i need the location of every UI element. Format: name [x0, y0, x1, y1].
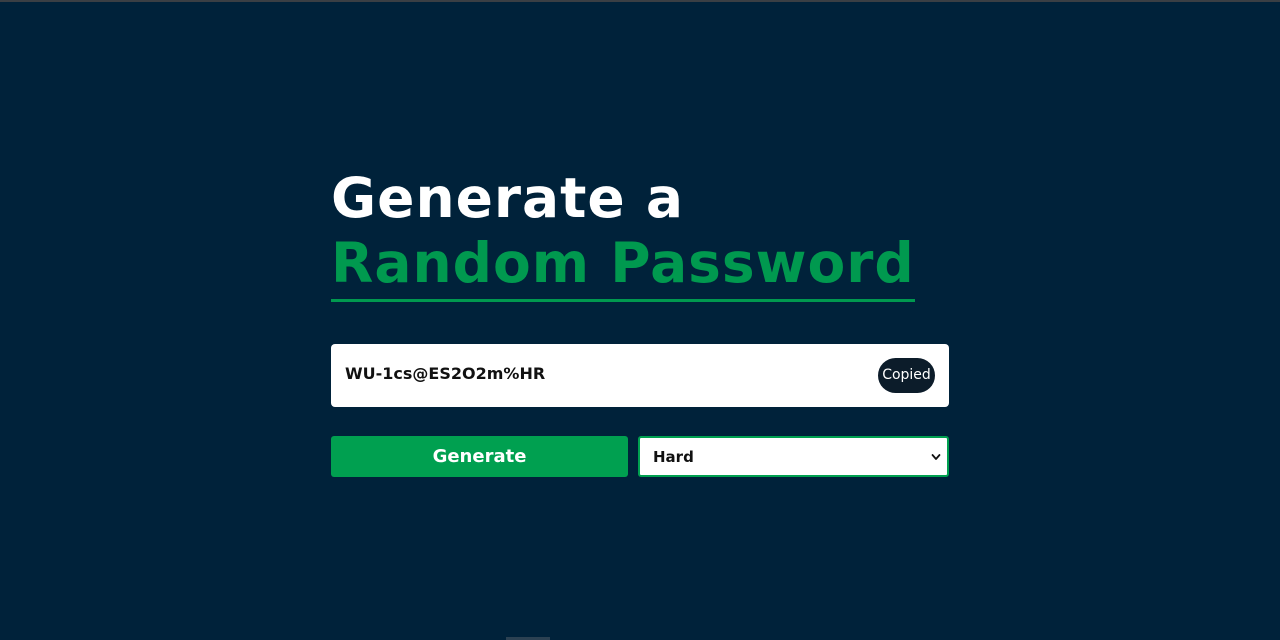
controls-row: Generate Hard [331, 436, 949, 477]
page-title-highlight: Random Password [331, 231, 915, 302]
difficulty-selected-value: Hard [653, 448, 694, 466]
page-title: Generate a [331, 166, 684, 230]
difficulty-select[interactable]: Hard [638, 436, 949, 477]
copy-button[interactable]: Copied [878, 358, 935, 393]
password-generator: Generate a Random Password WU-1cs@ES2O2m… [331, 165, 949, 477]
chevron-down-icon [931, 454, 941, 460]
window-top-border [0, 0, 1280, 2]
password-output[interactable]: WU-1cs@ES2O2m%HR Copied [331, 344, 949, 407]
generate-button[interactable]: Generate [331, 436, 628, 477]
password-value: WU-1cs@ES2O2m%HR [345, 364, 546, 383]
